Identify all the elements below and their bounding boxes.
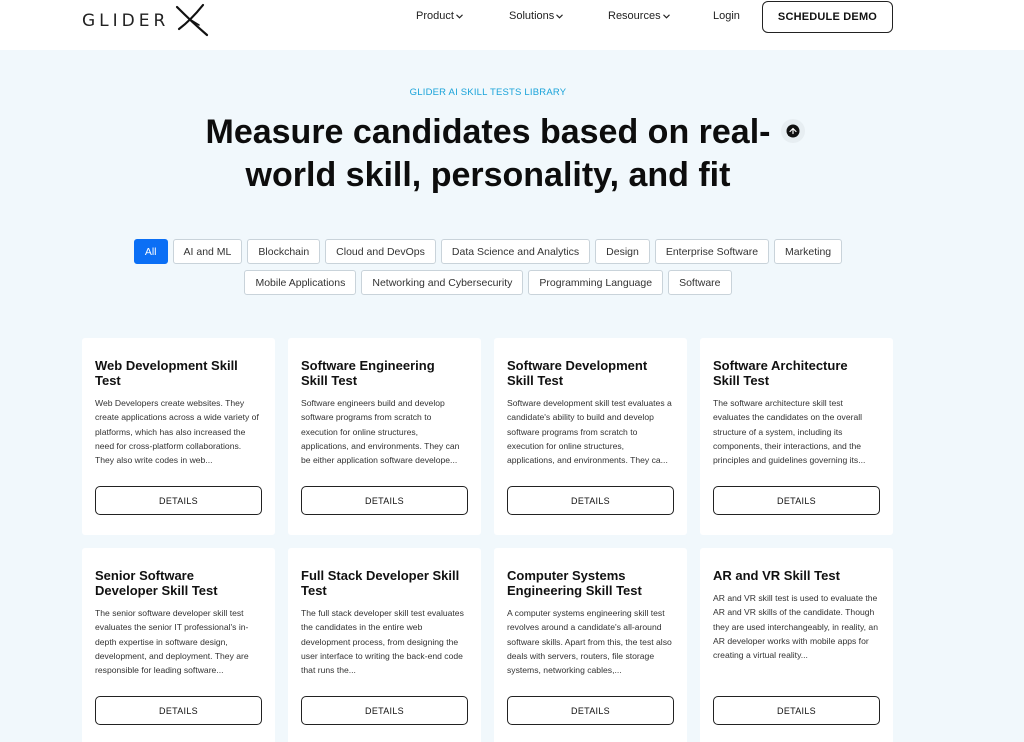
logo-text: GLIDER: [82, 11, 170, 31]
card-title: Software Engineering Skill Test: [301, 358, 435, 388]
filter-software[interactable]: Software: [668, 270, 732, 295]
nav-solutions[interactable]: Solutions: [509, 10, 564, 22]
filter-enterprise-software[interactable]: Enterprise Software: [654, 239, 770, 264]
skill-test-card: AR and VR Skill Test AR and VR skill tes…: [700, 548, 893, 742]
chevron-down-icon: [456, 13, 463, 19]
card-description: A computer systems engineering skill tes…: [507, 608, 672, 676]
card-description: The senior software developer skill test…: [95, 608, 249, 676]
card-description: Web Developers create websites. They cre…: [95, 398, 259, 466]
skill-test-card: Web Development Skill Test Web Developer…: [82, 338, 275, 535]
details-button[interactable]: DETAILS: [95, 486, 262, 515]
nav-resources-label: Resources: [608, 10, 661, 22]
filter-mobile-applications[interactable]: Mobile Applications: [244, 270, 357, 295]
skill-test-card: Computer Systems Engineering Skill Test …: [494, 548, 687, 742]
details-button[interactable]: DETAILS: [301, 486, 468, 515]
nav-solutions-label: Solutions: [509, 10, 555, 22]
chat-button[interactable]: [781, 119, 805, 143]
card-description: The full stack developer skill test eval…: [301, 608, 464, 676]
nav-login-label: Login: [713, 10, 740, 22]
card-title: Web Development Skill Test: [95, 358, 238, 388]
filter-cloud-and-devops[interactable]: Cloud and DevOps: [325, 239, 436, 264]
card-description: Software engineers build and develop sof…: [301, 398, 460, 466]
nav-product-label: Product: [416, 10, 454, 22]
filter-programming-language[interactable]: Programming Language: [528, 270, 664, 295]
filter-all[interactable]: All: [133, 239, 168, 264]
filter-networking-and-cybersecurity[interactable]: Networking and Cybersecurity: [361, 270, 524, 295]
skill-test-card: Software Development Skill Test Software…: [494, 338, 687, 535]
details-button[interactable]: DETAILS: [507, 486, 674, 515]
card-description: AR and VR skill test is used to evaluate…: [713, 593, 878, 661]
hero-title: Measure candidates based on real-world s…: [205, 113, 771, 194]
filter-design[interactable]: Design: [595, 239, 650, 264]
filter-marketing[interactable]: Marketing: [774, 239, 843, 264]
card-title: Senior Software Developer Skill Test: [95, 568, 218, 598]
chat-bubble-icon: [786, 124, 800, 138]
card-title: Software Architecture Skill Test: [713, 358, 848, 388]
card-title: Computer Systems Engineering Skill Test: [507, 568, 642, 598]
skill-test-grid: Web Development Skill Test Web Developer…: [82, 338, 894, 742]
details-button[interactable]: DETAILS: [301, 696, 468, 725]
details-button[interactable]: DETAILS: [507, 696, 674, 725]
details-button[interactable]: DETAILS: [713, 696, 880, 725]
glider-plane-icon: [176, 3, 209, 37]
nav-resources[interactable]: Resources: [608, 10, 670, 22]
nav-product[interactable]: Product: [416, 10, 463, 22]
chevron-down-icon: [556, 13, 564, 19]
category-filters: All AI and ML Blockchain Cloud and DevOp…: [0, 239, 976, 295]
filter-data-science-and-analytics[interactable]: Data Science and Analytics: [440, 239, 591, 264]
skill-test-card: Software Architecture Skill Test The sof…: [700, 338, 893, 535]
hero-eyebrow: GLIDER AI SKILL TESTS LIBRARY: [409, 87, 567, 98]
logo[interactable]: GLIDER: [82, 3, 211, 37]
skill-test-card: Software Engineering Skill Test Software…: [288, 338, 481, 535]
chevron-down-icon: [662, 13, 670, 19]
details-button[interactable]: DETAILS: [713, 486, 880, 515]
card-title: Software Development Skill Test: [507, 358, 648, 388]
card-description: Software development skill test evaluate…: [507, 398, 672, 466]
skill-test-card: Senior Software Developer Skill Test The…: [82, 548, 275, 742]
details-button[interactable]: DETAILS: [95, 696, 262, 725]
card-title: Full Stack Developer Skill Test: [301, 568, 460, 598]
schedule-demo-button[interactable]: SCHEDULE DEMO: [762, 1, 893, 33]
card-title: AR and VR Skill Test: [713, 568, 840, 583]
card-description: The software architecture skill test eva…: [713, 398, 866, 466]
filter-ai-and-ml[interactable]: AI and ML: [172, 239, 243, 264]
nav-login[interactable]: Login: [713, 10, 740, 22]
site-header: GLIDER Product Solutions Resources Login…: [0, 0, 1024, 50]
filter-blockchain[interactable]: Blockchain: [247, 239, 321, 264]
skill-test-card: Full Stack Developer Skill Test The full…: [288, 548, 481, 742]
